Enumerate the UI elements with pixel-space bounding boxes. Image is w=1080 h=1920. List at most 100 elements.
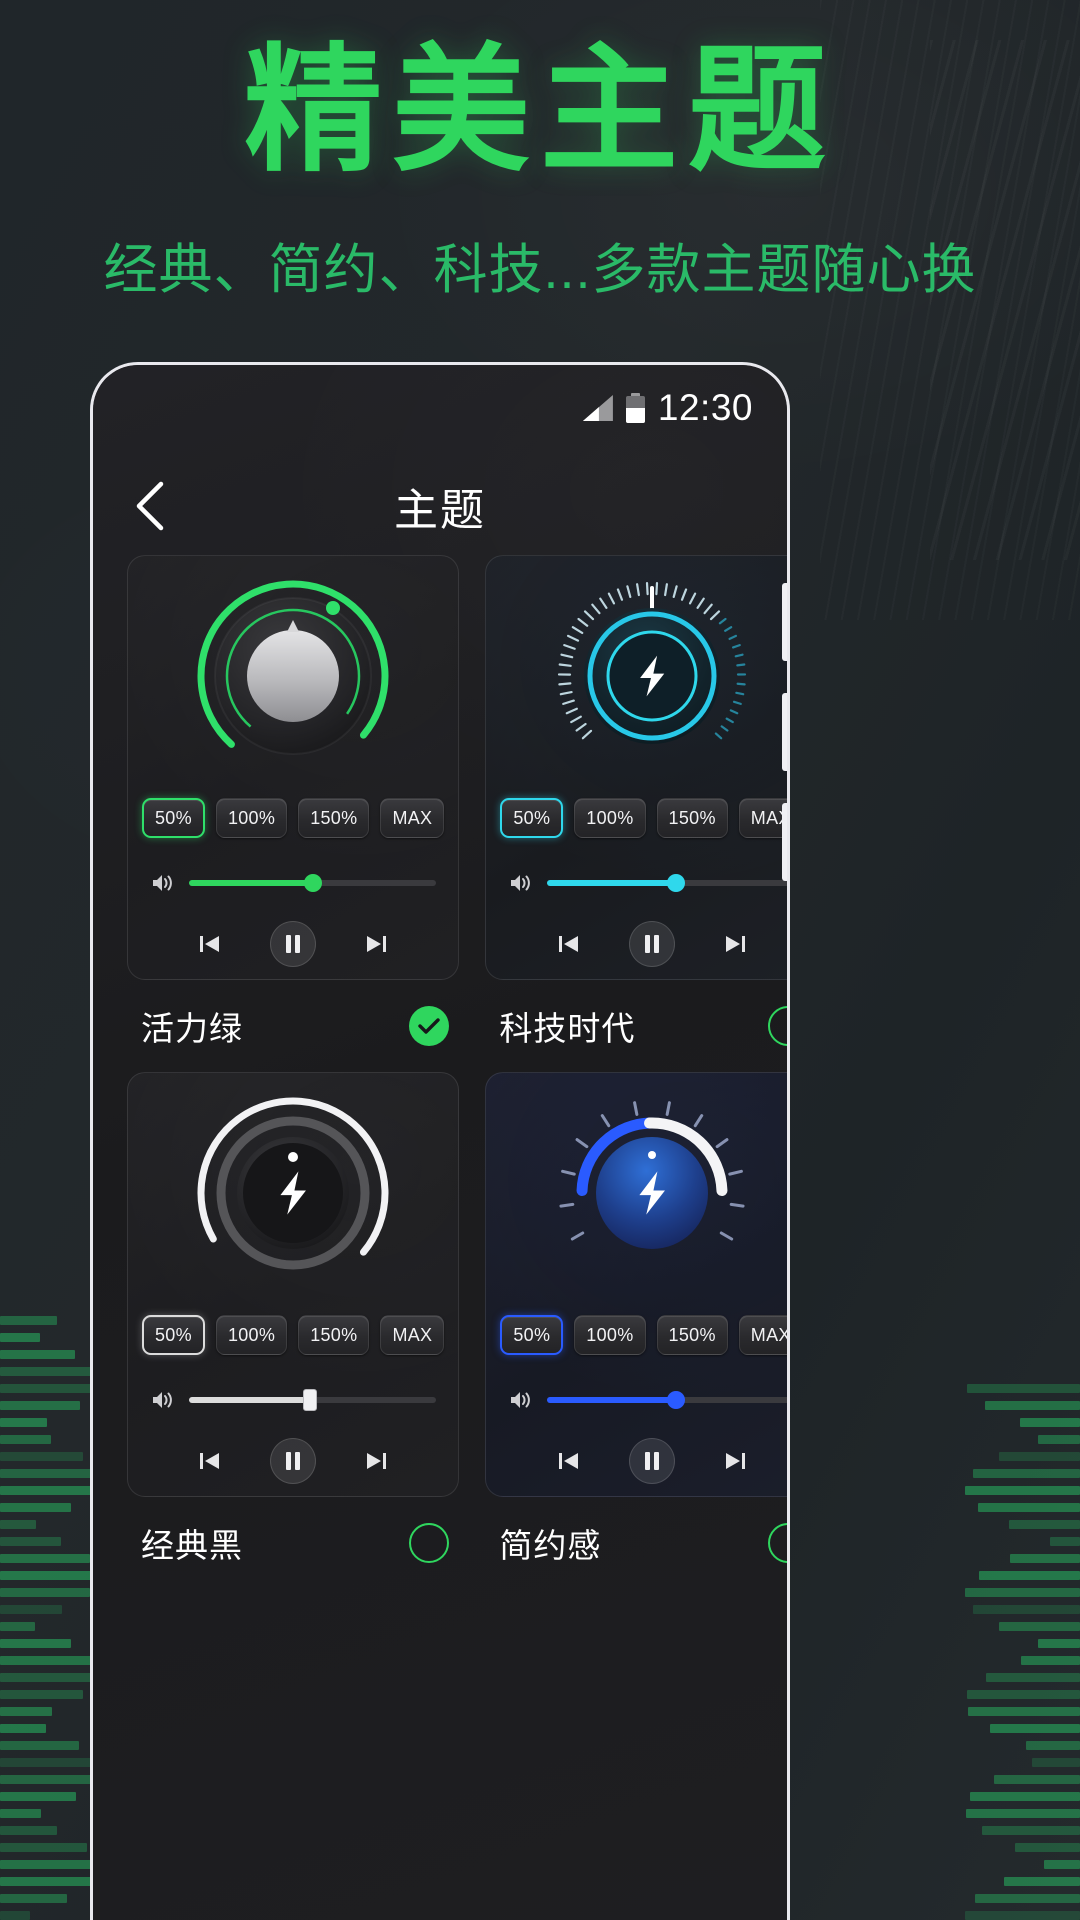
preset-button[interactable]: 100% bbox=[574, 798, 646, 838]
volume-slider-thumb[interactable] bbox=[303, 874, 322, 892]
equalizer-bar bbox=[1038, 1435, 1080, 1444]
theme-preview-card[interactable]: 50%100%150%MAX Happiness is a butterfly bbox=[127, 1072, 460, 1497]
volume-slider[interactable] bbox=[547, 1391, 787, 1409]
theme-label-row[interactable]: 活力绿 bbox=[127, 980, 459, 1072]
preset-button[interactable]: 100% bbox=[215, 798, 288, 838]
theme-cell[interactable]: 50%100%150%MAX Happiness is a butterfly活… bbox=[127, 555, 460, 1072]
volume-slider-thumb[interactable] bbox=[666, 874, 685, 892]
volume-slider-fill bbox=[547, 880, 676, 886]
volume-slider[interactable] bbox=[189, 874, 437, 892]
preset-button[interactable]: 150% bbox=[298, 798, 370, 838]
previous-track-button[interactable] bbox=[192, 927, 226, 961]
theme-selected-check[interactable] bbox=[409, 1006, 450, 1046]
volume-knob[interactable] bbox=[128, 1073, 458, 1313]
status-bar: 12:30 bbox=[93, 365, 787, 451]
preset-button[interactable]: 150% bbox=[656, 1315, 728, 1355]
equalizer-bar bbox=[967, 1384, 1080, 1393]
knob-dial[interactable] bbox=[195, 1095, 391, 1291]
equalizer-bar bbox=[973, 1605, 1080, 1614]
preset-button-row: 50% 100% 150% MAX bbox=[128, 798, 458, 838]
equalizer-bar bbox=[979, 1571, 1080, 1580]
equalizer-bar bbox=[0, 1826, 57, 1835]
volume-slider[interactable] bbox=[547, 874, 787, 892]
equalizer-bar bbox=[1010, 1554, 1080, 1563]
theme-name: 活力绿 bbox=[141, 1010, 243, 1047]
chevron-left-icon[interactable] bbox=[129, 478, 175, 534]
theme-preview-card[interactable]: 50%100%150%MAX Happiness is a butterfly bbox=[127, 555, 460, 980]
preset-button[interactable]: 50% bbox=[500, 1315, 564, 1355]
pause-button[interactable] bbox=[270, 921, 317, 967]
equalizer-bar bbox=[1032, 1758, 1080, 1767]
theme-preview-card[interactable]: 50%100%150%MAX Happiness is a butterfly bbox=[485, 555, 787, 980]
theme-radio[interactable] bbox=[767, 1523, 787, 1563]
equalizer-bar bbox=[967, 1690, 1080, 1699]
previous-track-button[interactable] bbox=[192, 1444, 226, 1478]
volume-slider-thumb[interactable] bbox=[666, 1391, 685, 1409]
volume-slider-thumb[interactable] bbox=[303, 1389, 318, 1411]
equalizer-bar bbox=[965, 1486, 1080, 1495]
pause-button[interactable] bbox=[628, 1438, 675, 1484]
equalizer-bar bbox=[994, 1775, 1080, 1784]
volume-slider[interactable] bbox=[189, 1389, 437, 1411]
preset-button[interactable]: MAX bbox=[738, 1315, 787, 1355]
previous-track-button[interactable] bbox=[551, 927, 585, 961]
theme-cell[interactable]: 50%100%150%MAX Happiness is a butterfly科… bbox=[485, 555, 787, 1072]
equalizer-bar bbox=[982, 1826, 1080, 1835]
equalizer-bar bbox=[975, 1894, 1080, 1903]
preset-button[interactable]: 100% bbox=[215, 1315, 288, 1355]
theme-grid: 50%100%150%MAX Happiness is a butterfly活… bbox=[93, 555, 787, 1589]
theme-cell[interactable]: 50%100%150%MAX Happiness is a butterfly简… bbox=[485, 1072, 787, 1589]
preset-button[interactable]: MAX bbox=[380, 1315, 445, 1355]
preset-button[interactable]: MAX bbox=[380, 798, 445, 838]
next-track-button[interactable] bbox=[719, 927, 753, 961]
signal-bars-icon bbox=[582, 395, 613, 421]
volume-icon bbox=[511, 875, 531, 891]
knob-dial[interactable] bbox=[554, 578, 750, 774]
knob-dial[interactable] bbox=[554, 1095, 750, 1291]
equalizer-bar bbox=[978, 1503, 1080, 1512]
equalizer-bar bbox=[0, 1843, 87, 1852]
equalizer-bar bbox=[0, 1316, 57, 1325]
previous-track-button[interactable] bbox=[551, 1444, 585, 1478]
pause-button[interactable] bbox=[270, 1438, 317, 1484]
equalizer-bar bbox=[999, 1622, 1080, 1631]
theme-cell[interactable]: 50%100%150%MAX Happiness is a butterfly经… bbox=[127, 1072, 460, 1589]
equalizer-bar bbox=[0, 1911, 30, 1920]
preset-button[interactable]: 50% bbox=[142, 1315, 205, 1355]
equalizer-bar bbox=[0, 1758, 98, 1767]
volume-knob[interactable] bbox=[486, 556, 787, 796]
theme-name: 简约感 bbox=[499, 1527, 602, 1564]
equalizer-bar bbox=[0, 1537, 61, 1546]
next-track-button[interactable] bbox=[360, 1444, 394, 1478]
preset-button[interactable]: 50% bbox=[142, 798, 205, 838]
preset-button[interactable]: 150% bbox=[656, 798, 728, 838]
equalizer-bar bbox=[0, 1333, 40, 1342]
theme-label-row[interactable]: 科技时代 bbox=[485, 980, 787, 1072]
phone-side-button-2[interactable] bbox=[782, 693, 787, 771]
equalizer-bar bbox=[1004, 1877, 1080, 1886]
equalizer-bar bbox=[0, 1639, 71, 1648]
volume-knob[interactable] bbox=[128, 556, 458, 796]
equalizer-bar bbox=[0, 1605, 62, 1614]
equalizer-bar bbox=[968, 1707, 1080, 1716]
theme-label-row[interactable]: 经典黑 bbox=[127, 1497, 459, 1589]
volume-knob[interactable] bbox=[486, 1073, 787, 1313]
equalizer-bar bbox=[0, 1469, 99, 1478]
theme-radio[interactable] bbox=[767, 1006, 787, 1046]
equalizer-bar bbox=[0, 1520, 36, 1529]
theme-preview-card[interactable]: 50%100%150%MAX Happiness is a butterfly bbox=[485, 1072, 787, 1497]
preset-button[interactable]: 50% bbox=[500, 798, 564, 838]
phone-side-button-3[interactable] bbox=[782, 803, 787, 881]
next-track-button[interactable] bbox=[719, 1444, 753, 1478]
equalizer-bar bbox=[965, 1911, 1080, 1920]
equalizer-bar bbox=[0, 1792, 76, 1801]
theme-label-row[interactable]: 简约感 bbox=[485, 1497, 787, 1589]
preset-button[interactable]: MAX bbox=[738, 798, 787, 838]
phone-side-button-1[interactable] bbox=[782, 583, 787, 661]
pause-button[interactable] bbox=[628, 921, 675, 967]
next-track-button[interactable] bbox=[360, 927, 394, 961]
preset-button[interactable]: 150% bbox=[298, 1315, 370, 1355]
knob-dial[interactable] bbox=[195, 578, 391, 774]
theme-radio[interactable] bbox=[409, 1523, 450, 1563]
preset-button[interactable]: 100% bbox=[574, 1315, 646, 1355]
